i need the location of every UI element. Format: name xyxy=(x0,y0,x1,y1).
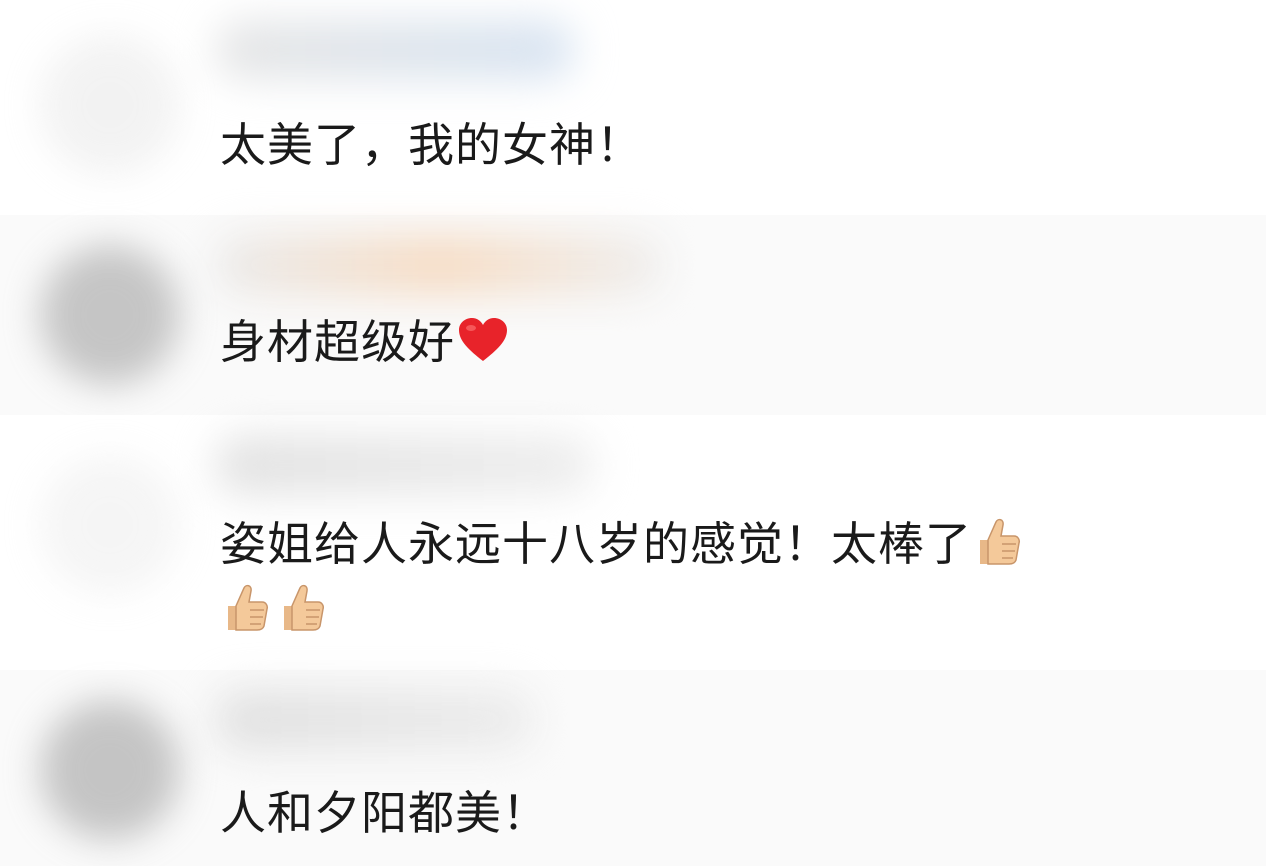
thumbs-up-icon xyxy=(284,584,324,631)
username-blurred[interactable] xyxy=(215,20,575,80)
username-blurred[interactable] xyxy=(215,690,535,750)
username-blurred[interactable] xyxy=(215,435,595,495)
avatar[interactable] xyxy=(40,455,180,595)
avatar[interactable] xyxy=(40,35,180,175)
username-blurred[interactable] xyxy=(215,235,665,295)
comment-text: 人和夕阳都美！ xyxy=(220,786,549,840)
comment-item[interactable]: 人和夕阳都美！ xyxy=(0,670,1266,866)
heart-icon xyxy=(459,317,507,361)
avatar[interactable] xyxy=(40,245,180,385)
comment-text: 太美了，我的女神！ xyxy=(220,118,643,172)
comment-text: 身材超级好 xyxy=(220,309,1200,375)
comment-item[interactable]: 姿姐给人永远十八岁的感觉！太棒了 xyxy=(0,415,1266,670)
thumbs-up-icon xyxy=(980,518,1020,565)
comment-feed: 太美了，我的女神！ 身材超级好 姿姐给人永远十八岁的感觉！太棒了 人和夕阳都美！ xyxy=(0,0,1266,866)
comment-text: 姿姐给人永远十八岁的感觉！太棒了 xyxy=(220,511,1200,643)
comment-item[interactable]: 太美了，我的女神！ xyxy=(0,0,1266,215)
avatar[interactable] xyxy=(40,700,180,840)
comment-item[interactable]: 身材超级好 xyxy=(0,215,1266,415)
thumbs-up-icon xyxy=(228,584,268,631)
